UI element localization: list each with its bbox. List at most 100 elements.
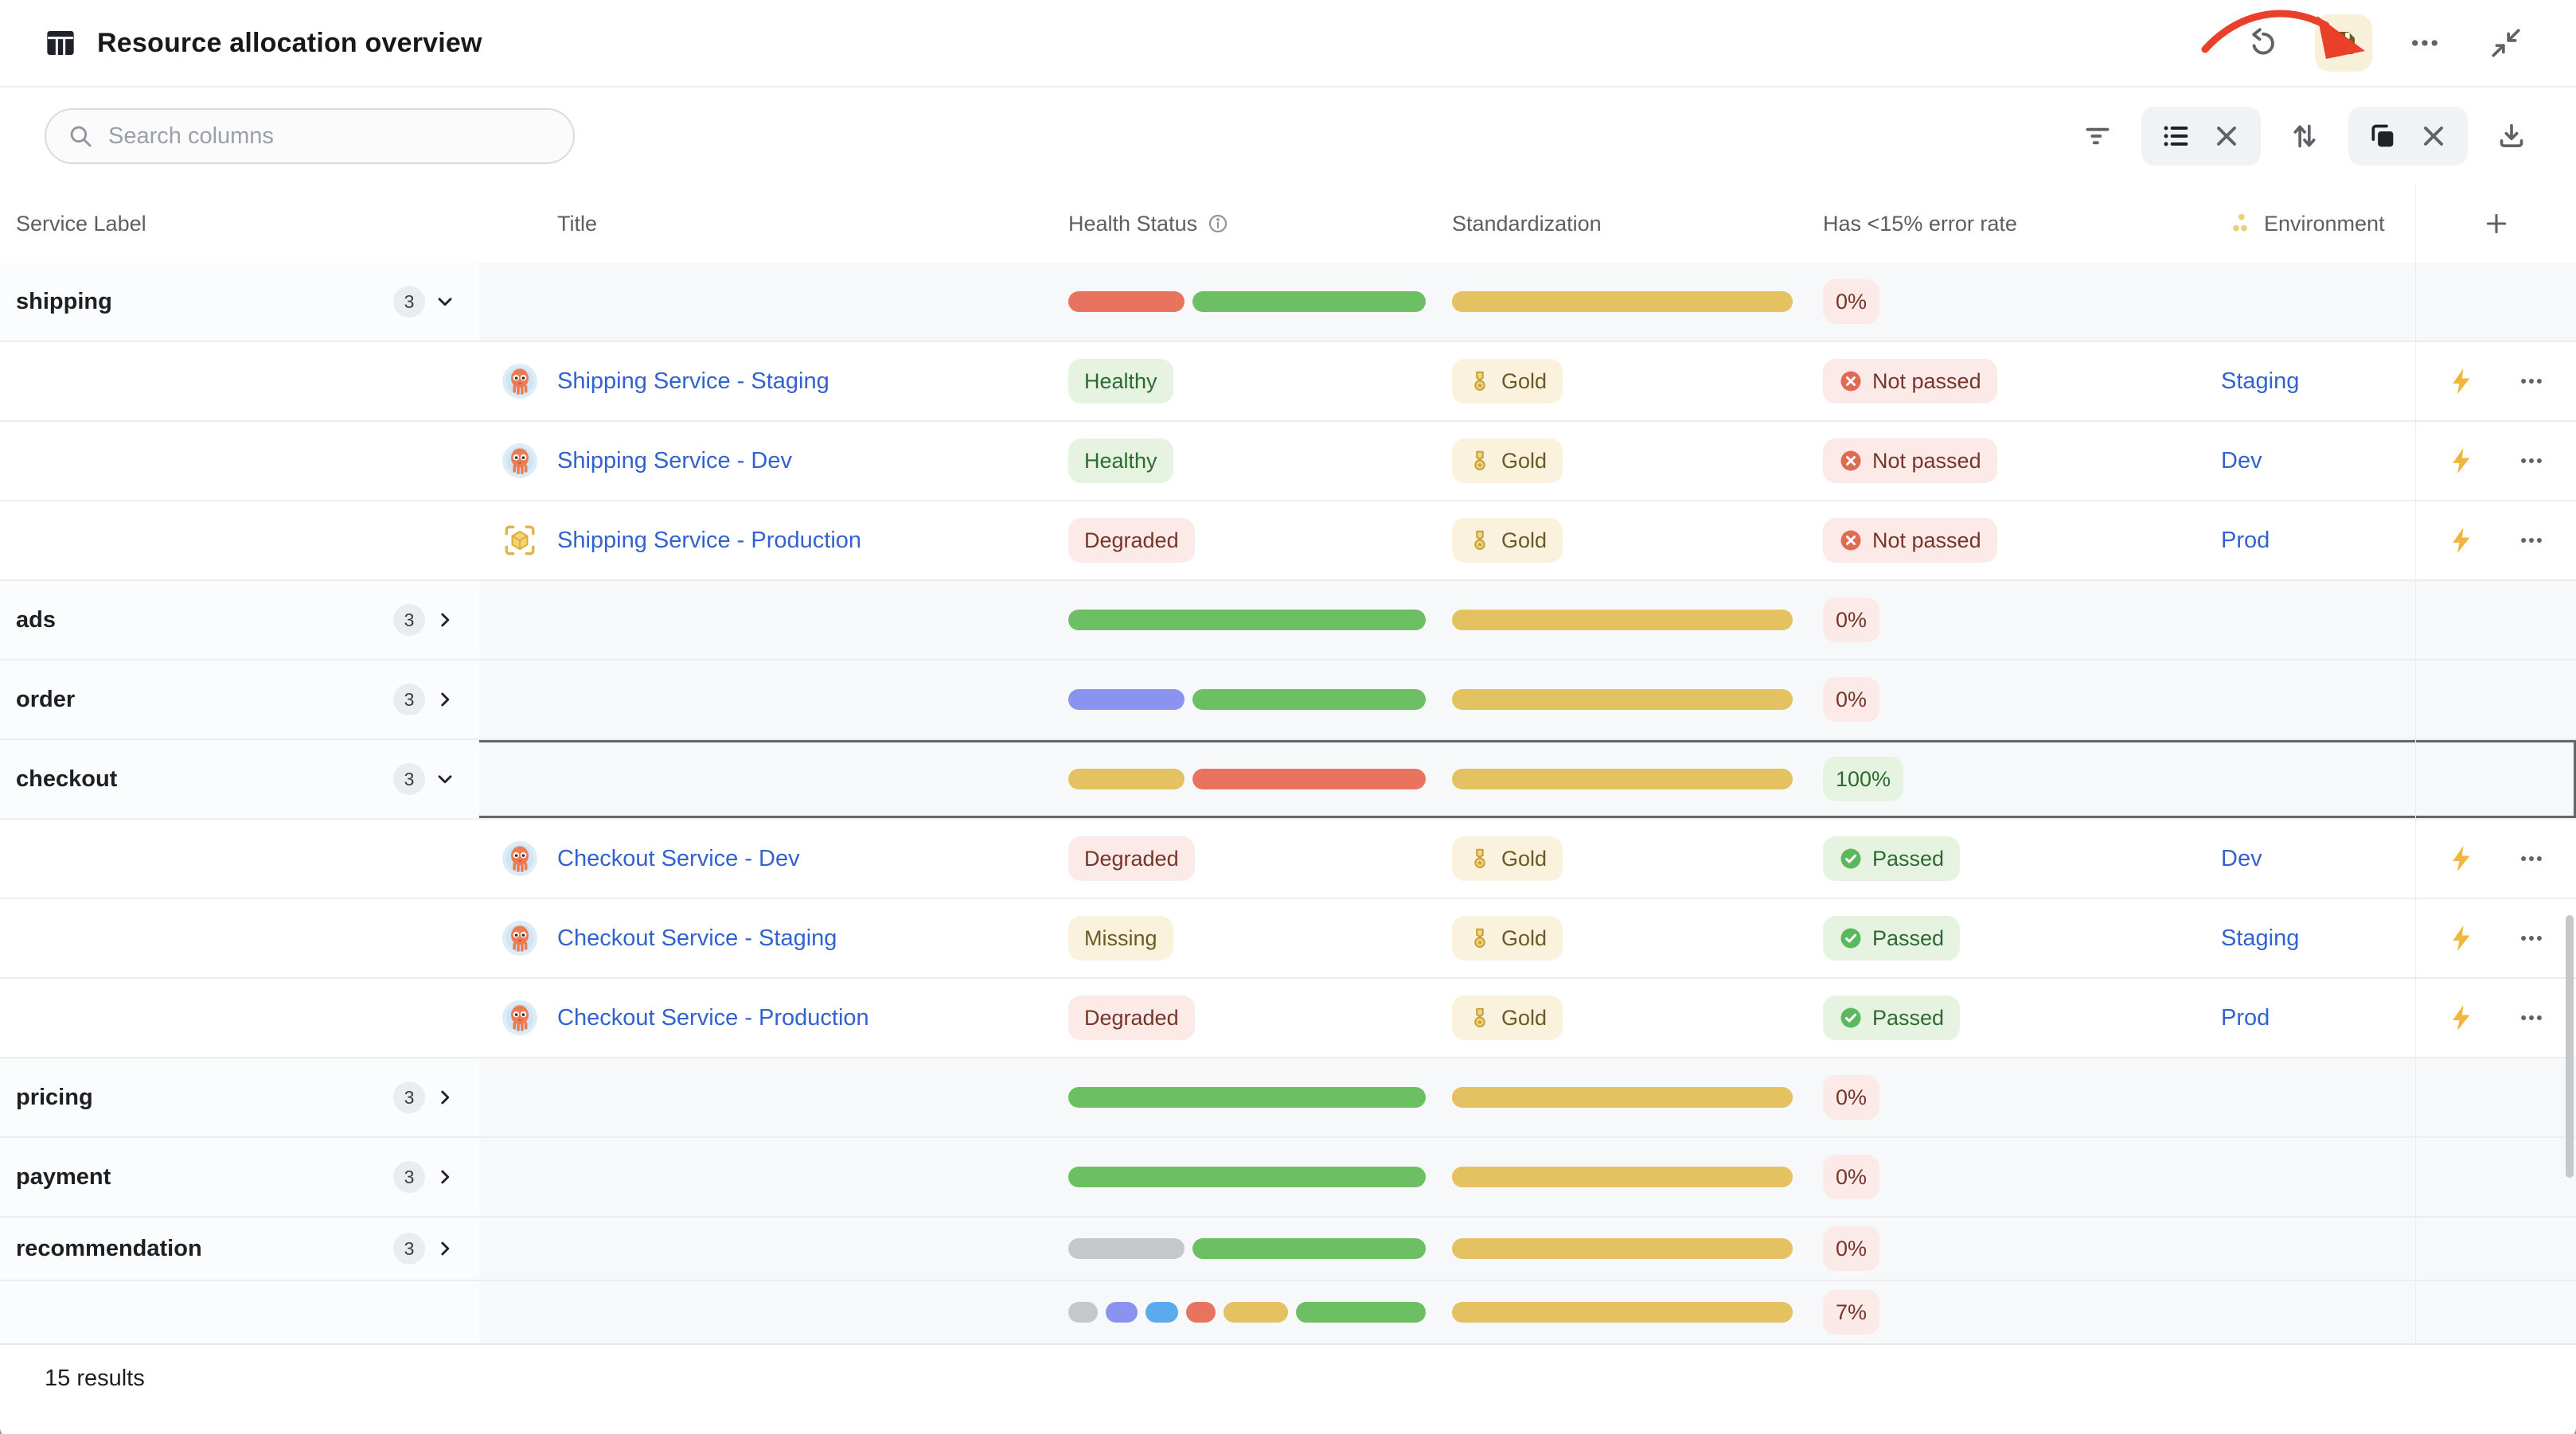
error-rate-cell: 7% xyxy=(1805,1281,2203,1343)
row-actions-cell xyxy=(2415,581,2576,659)
environment-link[interactable]: Dev xyxy=(2221,846,2262,872)
list-button[interactable] xyxy=(2153,113,2199,159)
health-status-badge-label: Degraded xyxy=(1084,847,1179,871)
quick-action-button[interactable] xyxy=(2442,919,2480,957)
health-status-badge: Missing xyxy=(1068,916,1173,961)
quick-action-button[interactable] xyxy=(2442,521,2480,559)
chevron-down-icon[interactable] xyxy=(435,291,455,312)
bar-segment-blue xyxy=(1146,1302,1178,1323)
search-box[interactable] xyxy=(45,108,575,164)
environment-cell xyxy=(2203,263,2415,341)
bar-segment-red xyxy=(1068,291,1185,312)
health-status-bar xyxy=(1068,610,1426,630)
service-row: Shipping Service - ProductionDegradedGol… xyxy=(0,501,2576,581)
quick-action-button[interactable] xyxy=(2442,999,2480,1037)
group-row-payment[interactable]: payment30% xyxy=(0,1138,2576,1218)
service-row: Checkout Service - ProductionDegradedGol… xyxy=(0,979,2576,1058)
row-more-button[interactable] xyxy=(2512,521,2551,559)
health-status-bar xyxy=(1068,1087,1426,1108)
environment-link[interactable]: Prod xyxy=(2221,1005,2270,1031)
row-more-button[interactable] xyxy=(2512,362,2551,400)
sort-button[interactable] xyxy=(2281,113,2328,159)
environment-link[interactable]: Dev xyxy=(2221,448,2262,474)
group-row-recommendation[interactable]: recommendation30% xyxy=(0,1218,2576,1281)
column-header-health_status[interactable]: Health Status xyxy=(1051,212,1433,236)
add-column-button[interactable] xyxy=(2478,205,2515,242)
check-circle-icon xyxy=(1839,926,1863,950)
column-label: Standardization xyxy=(1452,212,1602,236)
error-rate-badge: 0% xyxy=(1823,677,1879,722)
row-more-button[interactable] xyxy=(2512,999,2551,1037)
chevron-down-icon[interactable] xyxy=(435,769,455,789)
service-title-link[interactable]: Shipping Service - Dev xyxy=(557,448,792,474)
close-button[interactable] xyxy=(2410,113,2457,159)
copy-button[interactable] xyxy=(2359,113,2406,159)
standardization-cell xyxy=(1433,581,1805,659)
health-status-bar xyxy=(1068,1238,1426,1259)
more-button[interactable] xyxy=(2396,14,2453,72)
row-actions-cell xyxy=(2415,263,2576,341)
title-cell xyxy=(479,581,1051,659)
toolbar-pill-copy xyxy=(2348,107,2468,166)
error-rate-cell: 0% xyxy=(1805,660,2203,738)
column-header-standardization[interactable]: Standardization xyxy=(1433,212,1805,236)
health-status-cell xyxy=(1051,740,1433,818)
group-count-badge: 3 xyxy=(393,763,425,795)
save-button[interactable] xyxy=(2315,14,2372,72)
close-button[interactable] xyxy=(2203,113,2250,159)
search-icon xyxy=(67,123,94,150)
quick-action-button[interactable] xyxy=(2442,362,2480,400)
service-label-cell xyxy=(0,899,479,977)
download-button[interactable] xyxy=(2488,113,2535,159)
group-row-ads[interactable]: ads30% xyxy=(0,581,2576,660)
row-actions-cell xyxy=(2415,342,2576,420)
environment-link[interactable]: Staging xyxy=(2221,925,2299,952)
group-row-shipping[interactable]: shipping30% xyxy=(0,263,2576,342)
service-row: Checkout Service - StagingMissingGoldPas… xyxy=(0,899,2576,979)
cube-icon xyxy=(502,522,538,559)
service-label-cell xyxy=(0,1281,479,1343)
column-header-environment[interactable]: Environment xyxy=(2203,212,2415,236)
service-title-link[interactable]: Checkout Service - Production xyxy=(557,1005,869,1031)
row-more-button[interactable] xyxy=(2512,919,2551,957)
row-more-button[interactable] xyxy=(2512,442,2551,480)
standardization-badge: Gold xyxy=(1452,916,1563,961)
column-header-error_rate[interactable]: Has <15% error rate xyxy=(1805,212,2203,236)
service-title-link[interactable]: Shipping Service - Production xyxy=(557,528,861,554)
service-title-link[interactable]: Checkout Service - Dev xyxy=(557,846,800,872)
chevron-right-icon[interactable] xyxy=(435,610,455,630)
column-header-add_column[interactable] xyxy=(2415,185,2576,263)
environment-cell: Staging xyxy=(2203,899,2415,977)
quick-action-button[interactable] xyxy=(2442,840,2480,878)
chevron-right-icon[interactable] xyxy=(435,689,455,710)
row-more-button[interactable] xyxy=(2512,840,2551,878)
group-row-order[interactable]: order30% xyxy=(0,660,2576,740)
undo-button[interactable] xyxy=(2234,14,2291,72)
column-header-title[interactable]: Title xyxy=(479,212,1051,236)
environment-link[interactable]: Prod xyxy=(2221,528,2270,554)
chevron-right-icon[interactable] xyxy=(435,1167,455,1187)
chevron-right-icon[interactable] xyxy=(435,1238,455,1259)
chevron-right-icon[interactable] xyxy=(435,1087,455,1108)
group-row-pricing[interactable]: pricing30% xyxy=(0,1058,2576,1138)
vertical-scrollbar-thumb[interactable] xyxy=(2566,915,2574,1178)
standardization-bar xyxy=(1452,1302,1793,1323)
health-status-bar xyxy=(1068,1302,1426,1323)
service-title-link[interactable]: Shipping Service - Staging xyxy=(557,368,829,395)
search-input[interactable] xyxy=(108,123,552,150)
health-status-cell xyxy=(1051,660,1433,738)
filter-button[interactable] xyxy=(2074,113,2121,159)
environment-link[interactable]: Staging xyxy=(2221,368,2299,395)
group-row-checkout[interactable]: checkout3100% xyxy=(0,740,2576,820)
quick-action-button[interactable] xyxy=(2442,442,2480,480)
column-header-service_label[interactable]: Service Label xyxy=(0,212,479,236)
service-label-cell xyxy=(0,820,479,898)
service-title-link[interactable]: Checkout Service - Staging xyxy=(557,925,837,952)
error-rate-cell: Passed xyxy=(1805,820,2203,898)
collapse-button[interactable] xyxy=(2477,14,2535,72)
bar-segment-yellow xyxy=(1452,689,1793,710)
bar-segment-green xyxy=(1192,689,1426,710)
service-row: Checkout Service - DevDegradedGoldPassed… xyxy=(0,820,2576,899)
error-rate-badge-label: 0% xyxy=(1836,1165,1867,1190)
row-actions-cell xyxy=(2415,1281,2576,1343)
